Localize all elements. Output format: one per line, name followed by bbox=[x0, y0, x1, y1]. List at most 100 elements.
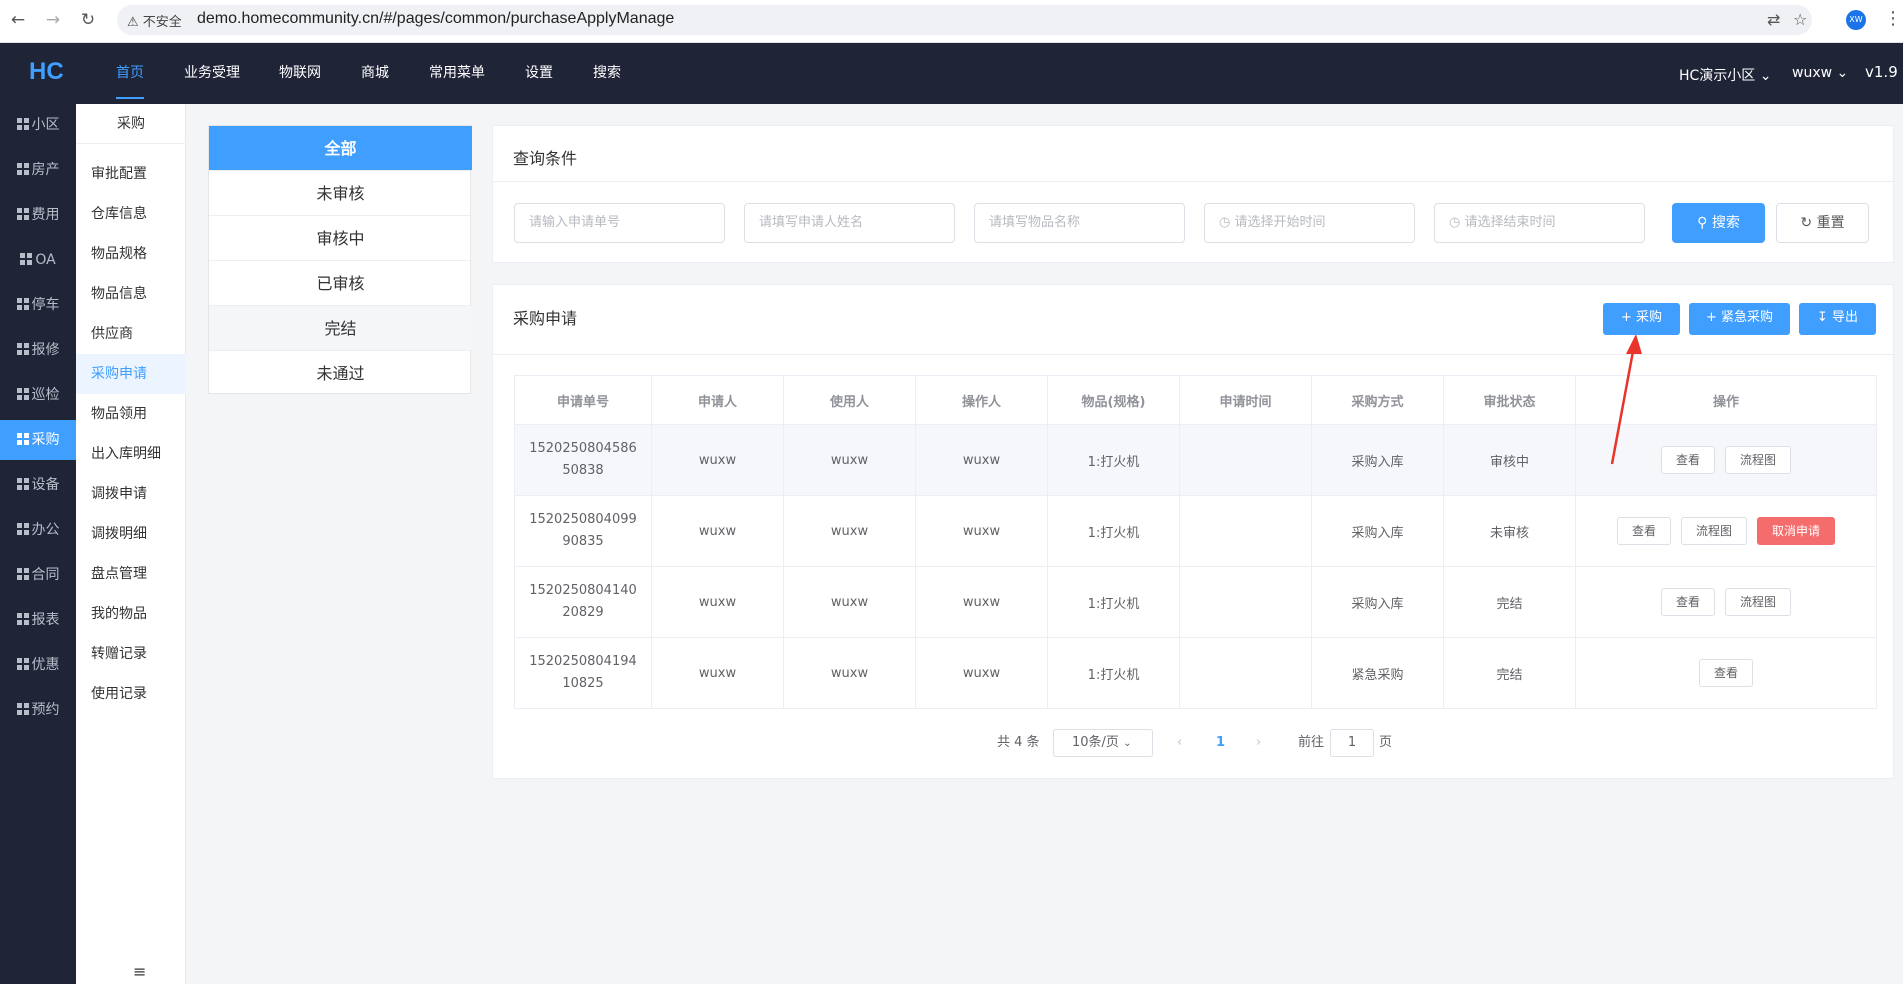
status-tab-reviewed[interactable]: 已审核 bbox=[209, 261, 472, 306]
sidebar-item-reports[interactable]: 报表 bbox=[0, 600, 76, 640]
status-tab-unreviewed[interactable]: 未审核 bbox=[209, 171, 472, 216]
sidebar-item-discount[interactable]: 优惠 bbox=[0, 645, 76, 685]
topnav-business[interactable]: 业务受理 bbox=[184, 43, 240, 99]
export-button[interactable]: ↧ 导出 bbox=[1799, 303, 1876, 335]
applicant-name-input[interactable]: 请填写申请人姓名 bbox=[744, 203, 955, 243]
start-time-input[interactable]: ◷ 请选择开始时间 bbox=[1204, 203, 1415, 243]
sidebar-item-oa[interactable]: OA bbox=[0, 240, 76, 280]
sidebar2-item-my-items[interactable]: 我的物品 bbox=[76, 594, 186, 634]
grid-icon bbox=[16, 568, 29, 580]
sidebar2-item-transfer-apply[interactable]: 调拨申请 bbox=[76, 474, 186, 514]
sidebar2-item-warehouse[interactable]: 仓库信息 bbox=[76, 194, 186, 234]
prev-page-icon[interactable]: ‹ bbox=[1177, 729, 1182, 757]
sidebar-item-equipment[interactable]: 设备 bbox=[0, 465, 76, 505]
view-button[interactable]: 查看 bbox=[1660, 446, 1715, 474]
address-bar[interactable]: ⚠ 不安全 demo.homecommunity.cn/#/pages/comm… bbox=[117, 5, 1812, 35]
translate-icon[interactable]: ⇄ bbox=[1767, 10, 1780, 29]
sidebar-item-office[interactable]: 办公 bbox=[0, 510, 76, 550]
sidebar-item-repair[interactable]: 报修 bbox=[0, 330, 76, 370]
item-name-input[interactable]: 请填写物品名称 bbox=[974, 203, 1185, 243]
table-row: 152025080458650838 wuxw wuxw wuxw 1:打火机 … bbox=[514, 424, 1877, 496]
user-dropdown[interactable]: wuxw ⌄ bbox=[1792, 65, 1848, 81]
sidebar-item-fees[interactable]: 费用 bbox=[0, 195, 76, 235]
plus-icon: + bbox=[1705, 310, 1717, 325]
browser-menu-icon[interactable]: ⋮ bbox=[1884, 8, 1902, 29]
reload-icon[interactable]: ↻ bbox=[76, 8, 100, 32]
sidebar-item-contract[interactable]: 合同 bbox=[0, 555, 76, 595]
collapse-menu-icon[interactable]: ≡ bbox=[133, 962, 146, 981]
sidebar-item-label: 设备 bbox=[31, 477, 60, 493]
insecure-badge[interactable]: ⚠ 不安全 bbox=[127, 11, 182, 30]
logo: HC bbox=[29, 58, 64, 85]
sidebar2-item-item-use[interactable]: 物品领用 bbox=[76, 394, 186, 434]
flowchart-button[interactable]: 流程图 bbox=[1680, 517, 1747, 545]
topnav-search[interactable]: 搜索 bbox=[593, 43, 621, 99]
apply-no-cell: 152025080419410825 bbox=[514, 637, 652, 709]
method-cell: 采购入库 bbox=[1311, 495, 1444, 567]
purchase-apply-table: 申请单号 申请人 使用人 操作人 物品(规格) 申请时间 采购方式 审批状态 操… bbox=[514, 375, 1877, 709]
sidebar-item-purchase[interactable]: 采购 bbox=[0, 420, 76, 460]
next-page-icon[interactable]: › bbox=[1256, 729, 1261, 757]
search-button[interactable]: ⚲ 搜索 bbox=[1672, 203, 1765, 243]
topnav-home[interactable]: 首页 bbox=[116, 43, 144, 99]
sidebar-item-property[interactable]: 房产 bbox=[0, 150, 76, 190]
topnav-mall[interactable]: 商城 bbox=[361, 43, 389, 99]
grid-icon bbox=[16, 658, 29, 670]
applicant-cell: wuxw bbox=[651, 495, 784, 567]
status-tab-all[interactable]: 全部 bbox=[209, 126, 472, 171]
url-text[interactable]: demo.homecommunity.cn/#/pages/common/pur… bbox=[197, 10, 674, 28]
sidebar-item-inspection[interactable]: 巡检 bbox=[0, 375, 76, 415]
sidebar2-item-purchase-apply[interactable]: 采购申请 bbox=[76, 354, 186, 394]
sidebar2-item-item-spec[interactable]: 物品规格 bbox=[76, 234, 186, 274]
apply-no-input[interactable]: 请输入申请单号 bbox=[514, 203, 725, 243]
urgent-purchase-button[interactable]: + 紧急采购 bbox=[1689, 303, 1790, 335]
status-tab-completed[interactable]: 完结 bbox=[209, 306, 472, 351]
sidebar2-item-gift-records[interactable]: 转赠记录 bbox=[76, 634, 186, 674]
sidebar2-item-usage-records[interactable]: 使用记录 bbox=[76, 674, 186, 714]
page-size-label: 10条/页 bbox=[1072, 735, 1119, 750]
grid-icon bbox=[16, 298, 29, 310]
profile-avatar[interactable]: XW bbox=[1846, 10, 1866, 30]
bookmark-star-icon[interactable]: ☆ bbox=[1793, 10, 1807, 29]
back-icon[interactable]: ← bbox=[6, 8, 30, 32]
sidebar-item-community[interactable]: 小区 bbox=[0, 105, 76, 145]
end-time-placeholder: 请选择结束时间 bbox=[1464, 215, 1556, 230]
column-header: 审批状态 bbox=[1443, 375, 1576, 425]
sidebar-item-label: 合同 bbox=[31, 567, 60, 583]
sidebar2-item-approval-config[interactable]: 审批配置 bbox=[76, 154, 186, 194]
sidebar2-item-inventory[interactable]: 盘点管理 bbox=[76, 554, 186, 594]
sidebar2-item-transfer-detail[interactable]: 调拨明细 bbox=[76, 514, 186, 554]
view-button[interactable]: 查看 bbox=[1616, 517, 1671, 545]
method-cell: 采购入库 bbox=[1311, 566, 1444, 638]
purchase-button[interactable]: + 采购 bbox=[1603, 303, 1680, 335]
community-label: HC演示小区 bbox=[1679, 68, 1756, 84]
flowchart-button[interactable]: 流程图 bbox=[1725, 588, 1792, 616]
topnav-common-menu[interactable]: 常用菜单 bbox=[429, 43, 485, 99]
cancel-apply-button[interactable]: 取消申请 bbox=[1757, 517, 1836, 545]
status-tab-rejected[interactable]: 未通过 bbox=[209, 351, 472, 396]
view-button[interactable]: 查看 bbox=[1660, 588, 1715, 616]
grid-icon bbox=[16, 163, 29, 175]
page-size-select[interactable]: 10条/页 ⌄ bbox=[1053, 729, 1153, 757]
sidebar-item-label: 报表 bbox=[31, 612, 60, 628]
sidebar2-item-stock-detail[interactable]: 出入库明细 bbox=[76, 434, 186, 474]
topnav-settings[interactable]: 设置 bbox=[525, 43, 553, 99]
reset-button[interactable]: ↻ 重置 bbox=[1776, 203, 1869, 243]
sidebar-item-parking[interactable]: 停车 bbox=[0, 285, 76, 325]
export-button-label: 导出 bbox=[1832, 310, 1859, 325]
page-number[interactable]: 1 bbox=[1216, 729, 1225, 757]
forward-icon[interactable]: → bbox=[41, 8, 65, 32]
flowchart-button[interactable]: 流程图 bbox=[1725, 446, 1792, 474]
user-label: wuxw bbox=[1792, 65, 1833, 81]
actions-cell: 查看 bbox=[1575, 637, 1877, 709]
divider bbox=[493, 354, 1895, 355]
community-dropdown[interactable]: HC演示小区 ⌄ bbox=[1679, 65, 1772, 85]
end-time-input[interactable]: ◷ 请选择结束时间 bbox=[1434, 203, 1645, 243]
topnav-iot[interactable]: 物联网 bbox=[279, 43, 321, 99]
sidebar2-item-supplier[interactable]: 供应商 bbox=[76, 314, 186, 354]
sidebar-item-booking[interactable]: 预约 bbox=[0, 690, 76, 730]
status-tab-reviewing[interactable]: 审核中 bbox=[209, 216, 472, 261]
goto-page-input[interactable]: 1 bbox=[1330, 729, 1374, 757]
sidebar2-item-item-info[interactable]: 物品信息 bbox=[76, 274, 186, 314]
view-button[interactable]: 查看 bbox=[1698, 659, 1753, 687]
